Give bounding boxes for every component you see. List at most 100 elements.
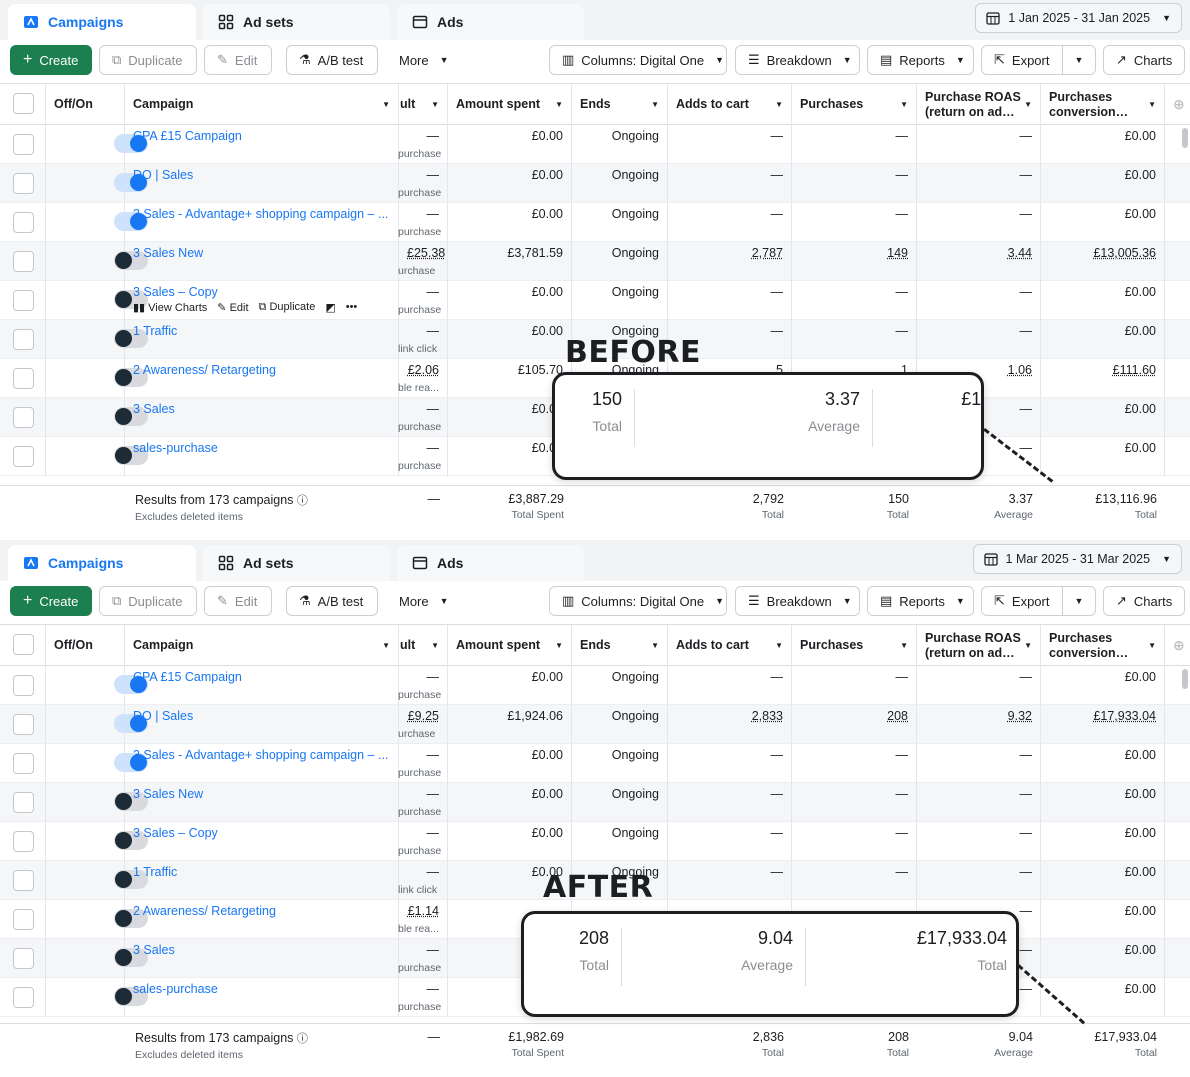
col-campaign[interactable]: Campaign ▼: [125, 625, 399, 666]
campaign-name-link[interactable]: 3 Sales - Advantage+ shopping campaign –…: [133, 207, 390, 221]
row-checkbox[interactable]: [13, 212, 34, 233]
breakdown-button[interactable]: ☰ Breakdown ▼: [735, 586, 860, 616]
row-checkbox[interactable]: [13, 446, 34, 467]
row-checkbox[interactable]: [13, 987, 34, 1008]
campaign-name-link[interactable]: 2 Awareness/ Retargeting: [133, 363, 390, 377]
table-row[interactable]: 3 Sales – Copy — purchase £0.00 Ongoing — — — £0…: [0, 822, 1190, 861]
edit-action[interactable]: ✎ Edit: [217, 301, 248, 314]
ab-test-button[interactable]: ⚗ A/B test: [286, 586, 378, 616]
select-all-checkbox[interactable]: [13, 634, 34, 655]
col-off-on[interactable]: Off/On: [46, 84, 125, 125]
info-icon[interactable]: ⓘ: [297, 495, 308, 507]
tab-ads[interactable]: Ads: [397, 545, 584, 581]
campaign-name-link[interactable]: 3 Sales New: [133, 246, 390, 260]
campaign-name-link[interactable]: 3 Sales: [133, 402, 390, 416]
col-result[interactable]: ult ▼: [399, 84, 448, 125]
row-checkbox[interactable]: [13, 290, 34, 311]
view-charts-action[interactable]: ▮▮ View Charts: [133, 301, 207, 314]
tab-campaigns[interactable]: Campaigns: [8, 545, 196, 581]
table-row[interactable]: DO | Sales — purchase £0.00 Ongoing — — — £0.00: [0, 164, 1190, 203]
campaign-name-link[interactable]: DO | Sales: [133, 168, 390, 182]
ab-test-button[interactable]: ⚗ A/B test: [286, 45, 378, 75]
row-checkbox[interactable]: [13, 831, 34, 852]
row-checkbox[interactable]: [13, 753, 34, 774]
columns-button[interactable]: ▥ Columns: Digital One ▼: [549, 45, 727, 75]
table-row[interactable]: 3 Sales New — purchase £0.00 Ongoing — — — £0.00: [0, 783, 1190, 822]
col-amount-spent[interactable]: Amount spent ▼: [448, 625, 572, 666]
col-adds-to-cart[interactable]: Adds to cart ▼: [668, 84, 792, 125]
edit-button[interactable]: ✎ Edit: [204, 45, 272, 75]
campaign-name-link[interactable]: sales-purchase: [133, 441, 390, 455]
campaign-name-link[interactable]: 3 Sales – Copy: [133, 826, 390, 840]
col-result[interactable]: ult ▼: [399, 625, 448, 666]
columns-button[interactable]: ▥ Columns: Digital One ▼: [549, 586, 727, 616]
table-row[interactable]: 3 Sales – Copy ▮▮ View Charts ✎ Edit ⧉ Dupl…: [0, 281, 1190, 320]
info-icon[interactable]: ⓘ: [297, 1033, 308, 1045]
reports-button[interactable]: ▤ Reports ▼: [867, 45, 974, 75]
col-adds-to-cart[interactable]: Adds to cart ▼: [668, 625, 792, 666]
campaign-name-link[interactable]: DO | Sales: [133, 709, 390, 723]
col-purchases[interactable]: Purchases ▼: [792, 84, 917, 125]
more-actions-icon[interactable]: •••: [346, 301, 358, 314]
duplicate-action[interactable]: ⧉ Duplicate: [259, 301, 316, 314]
campaign-name-link[interactable]: 3 Sales - Advantage+ shopping campaign –…: [133, 748, 390, 762]
table-row[interactable]: 3 Sales - Advantage+ shopping campaign –…: [0, 744, 1190, 783]
col-amount-spent[interactable]: Amount spent ▼: [448, 84, 572, 125]
more-button[interactable]: More ▼: [387, 586, 459, 616]
table-row[interactable]: CPA £15 Campaign — purchase £0.00 Ongoing — — —…: [0, 666, 1190, 705]
tab-ad-sets[interactable]: Ad sets: [203, 4, 390, 40]
campaign-name-link[interactable]: 3 Sales – Copy: [133, 285, 390, 299]
export-button[interactable]: ⇱ Export: [981, 586, 1063, 616]
col-ends[interactable]: Ends ▼: [572, 84, 668, 125]
campaign-name-link[interactable]: 3 Sales New: [133, 787, 390, 801]
breakdown-button[interactable]: ☰ Breakdown ▼: [735, 45, 860, 75]
select-all-checkbox[interactable]: [13, 93, 34, 114]
create-button[interactable]: + Create: [10, 45, 92, 75]
create-button[interactable]: + Create: [10, 586, 92, 616]
date-range-picker[interactable]: 1 Mar 2025 - 31 Mar 2025 ▼: [972, 544, 1182, 574]
more-button[interactable]: More ▼: [387, 45, 459, 75]
export-button[interactable]: ⇱ Export: [981, 45, 1063, 75]
campaign-name-link[interactable]: sales-purchase: [133, 982, 390, 996]
duplicate-button[interactable]: ⧉ Duplicate: [99, 586, 197, 616]
campaign-name-link[interactable]: 2 Awareness/ Retargeting: [133, 904, 390, 918]
col-purchase-roas[interactable]: Purchase ROAS (return on ad… ▼: [917, 625, 1041, 666]
table-row[interactable]: 3 Sales - Advantage+ shopping campaign –…: [0, 203, 1190, 242]
row-checkbox[interactable]: [13, 134, 34, 155]
col-purchase-roas[interactable]: Purchase ROAS (return on ad… ▼: [917, 84, 1041, 125]
campaign-name-link[interactable]: 1 Traffic: [133, 324, 390, 338]
charts-button[interactable]: ↗ Charts: [1103, 586, 1185, 616]
add-column-icon[interactable]: ⊕: [1165, 625, 1190, 666]
table-row[interactable]: CPA £15 Campaign — purchase £0.00 Ongoing — — —…: [0, 125, 1190, 164]
row-checkbox[interactable]: [13, 909, 34, 930]
row-checkbox[interactable]: [13, 714, 34, 735]
tab-ad-sets[interactable]: Ad sets: [203, 545, 390, 581]
campaign-name-link[interactable]: CPA £15 Campaign: [133, 670, 390, 684]
scrollbar[interactable]: [1182, 128, 1188, 148]
row-checkbox[interactable]: [13, 407, 34, 428]
table-row[interactable]: DO | Sales £9.25 urchase £1,924.06 Ongoing 2,…: [0, 705, 1190, 744]
pin-icon[interactable]: ◩: [325, 301, 335, 314]
campaign-name-link[interactable]: 3 Sales: [133, 943, 390, 957]
row-checkbox[interactable]: [13, 792, 34, 813]
col-purchases-conversion[interactable]: Purchases conversion… ▼: [1041, 625, 1165, 666]
export-menu-button[interactable]: ▼: [1062, 586, 1096, 616]
row-checkbox[interactable]: [13, 948, 34, 969]
col-purchases[interactable]: Purchases ▼: [792, 625, 917, 666]
duplicate-button[interactable]: ⧉ Duplicate: [99, 45, 197, 75]
campaign-name-link[interactable]: 1 Traffic: [133, 865, 390, 879]
campaign-name-link[interactable]: CPA £15 Campaign: [133, 129, 390, 143]
date-range-picker[interactable]: 1 Jan 2025 - 31 Jan 2025 ▼: [975, 3, 1182, 33]
reports-button[interactable]: ▤ Reports ▼: [867, 586, 974, 616]
scrollbar[interactable]: [1182, 669, 1188, 689]
table-row[interactable]: 3 Sales New £25.38 urchase £3,781.59 Ongoing…: [0, 242, 1190, 281]
row-checkbox[interactable]: [13, 251, 34, 272]
row-checkbox[interactable]: [13, 329, 34, 350]
tab-ads[interactable]: Ads: [397, 4, 584, 40]
row-checkbox[interactable]: [13, 173, 34, 194]
col-campaign[interactable]: Campaign ▼: [125, 84, 399, 125]
row-checkbox[interactable]: [13, 675, 34, 696]
row-checkbox[interactable]: [13, 368, 34, 389]
col-purchases-conversion[interactable]: Purchases conversion… ▼: [1041, 84, 1165, 125]
col-ends[interactable]: Ends ▼: [572, 625, 668, 666]
